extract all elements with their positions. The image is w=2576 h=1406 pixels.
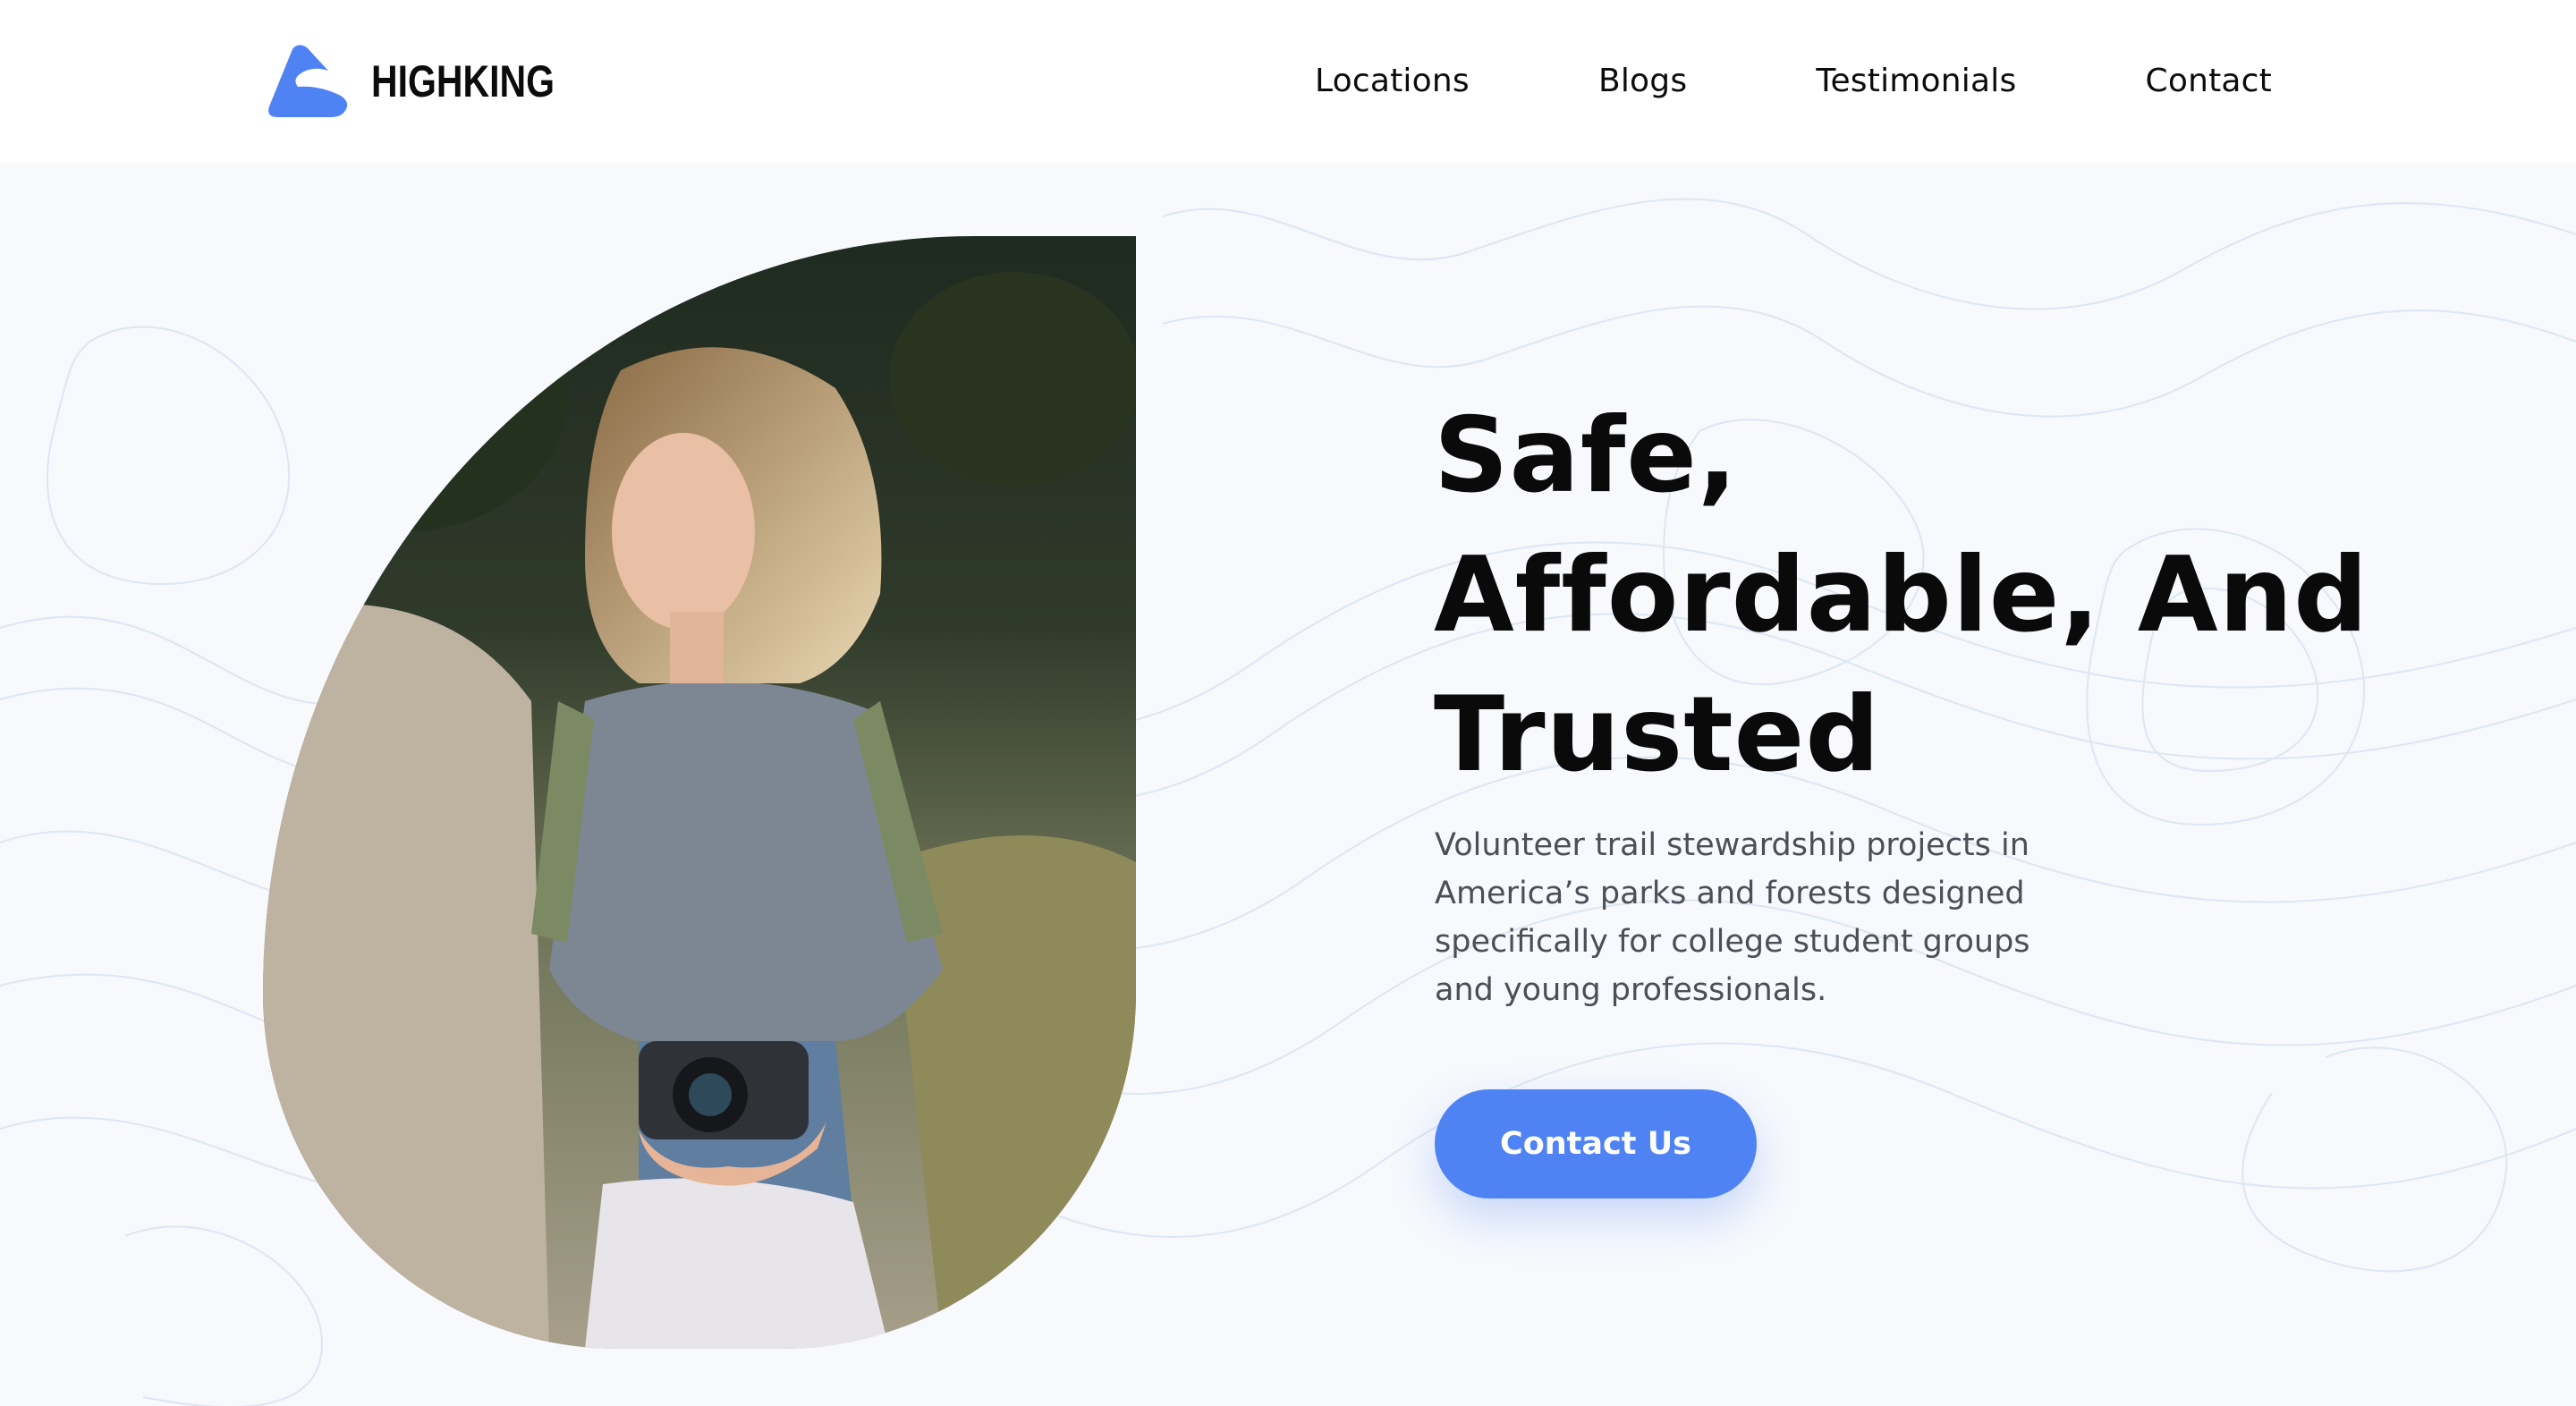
description-line: Volunteer trail stewardship projects in [1435, 827, 2029, 863]
mountain-logo-icon [268, 45, 348, 117]
description-line: America’s parks and forests designed [1435, 876, 2025, 911]
headline-line: Safe, [1434, 395, 1739, 516]
hero-section: Safe, Affordable, And Trusted Volunteer … [0, 163, 2576, 1406]
brand-name: HIGHKING [371, 56, 555, 106]
site-header: HIGHKING Locations Blogs Testimonials Co… [0, 0, 2576, 163]
headline-line: Trusted [1434, 674, 1881, 795]
nav-link-contact[interactable]: Contact [2146, 63, 2272, 99]
hero-description: Volunteer trail stewardship projects in … [1435, 821, 2079, 1014]
nav-link-blogs[interactable]: Blogs [1598, 63, 1687, 99]
nav-link-testimonials[interactable]: Testimonials [1816, 63, 2016, 99]
headline-line: Affordable, And [1434, 535, 2369, 656]
description-line: specifically for college student groups [1435, 924, 2030, 960]
main-nav: Locations Blogs Testimonials Contact [1315, 55, 2272, 106]
description-line: and young professionals. [1435, 972, 1827, 1008]
contact-us-button[interactable]: Contact Us [1435, 1089, 1757, 1198]
hero-headline: Safe, Affordable, And Trusted [1434, 386, 2507, 805]
brand-logo[interactable]: HIGHKING [266, 43, 595, 120]
nav-link-locations[interactable]: Locations [1315, 63, 1470, 99]
